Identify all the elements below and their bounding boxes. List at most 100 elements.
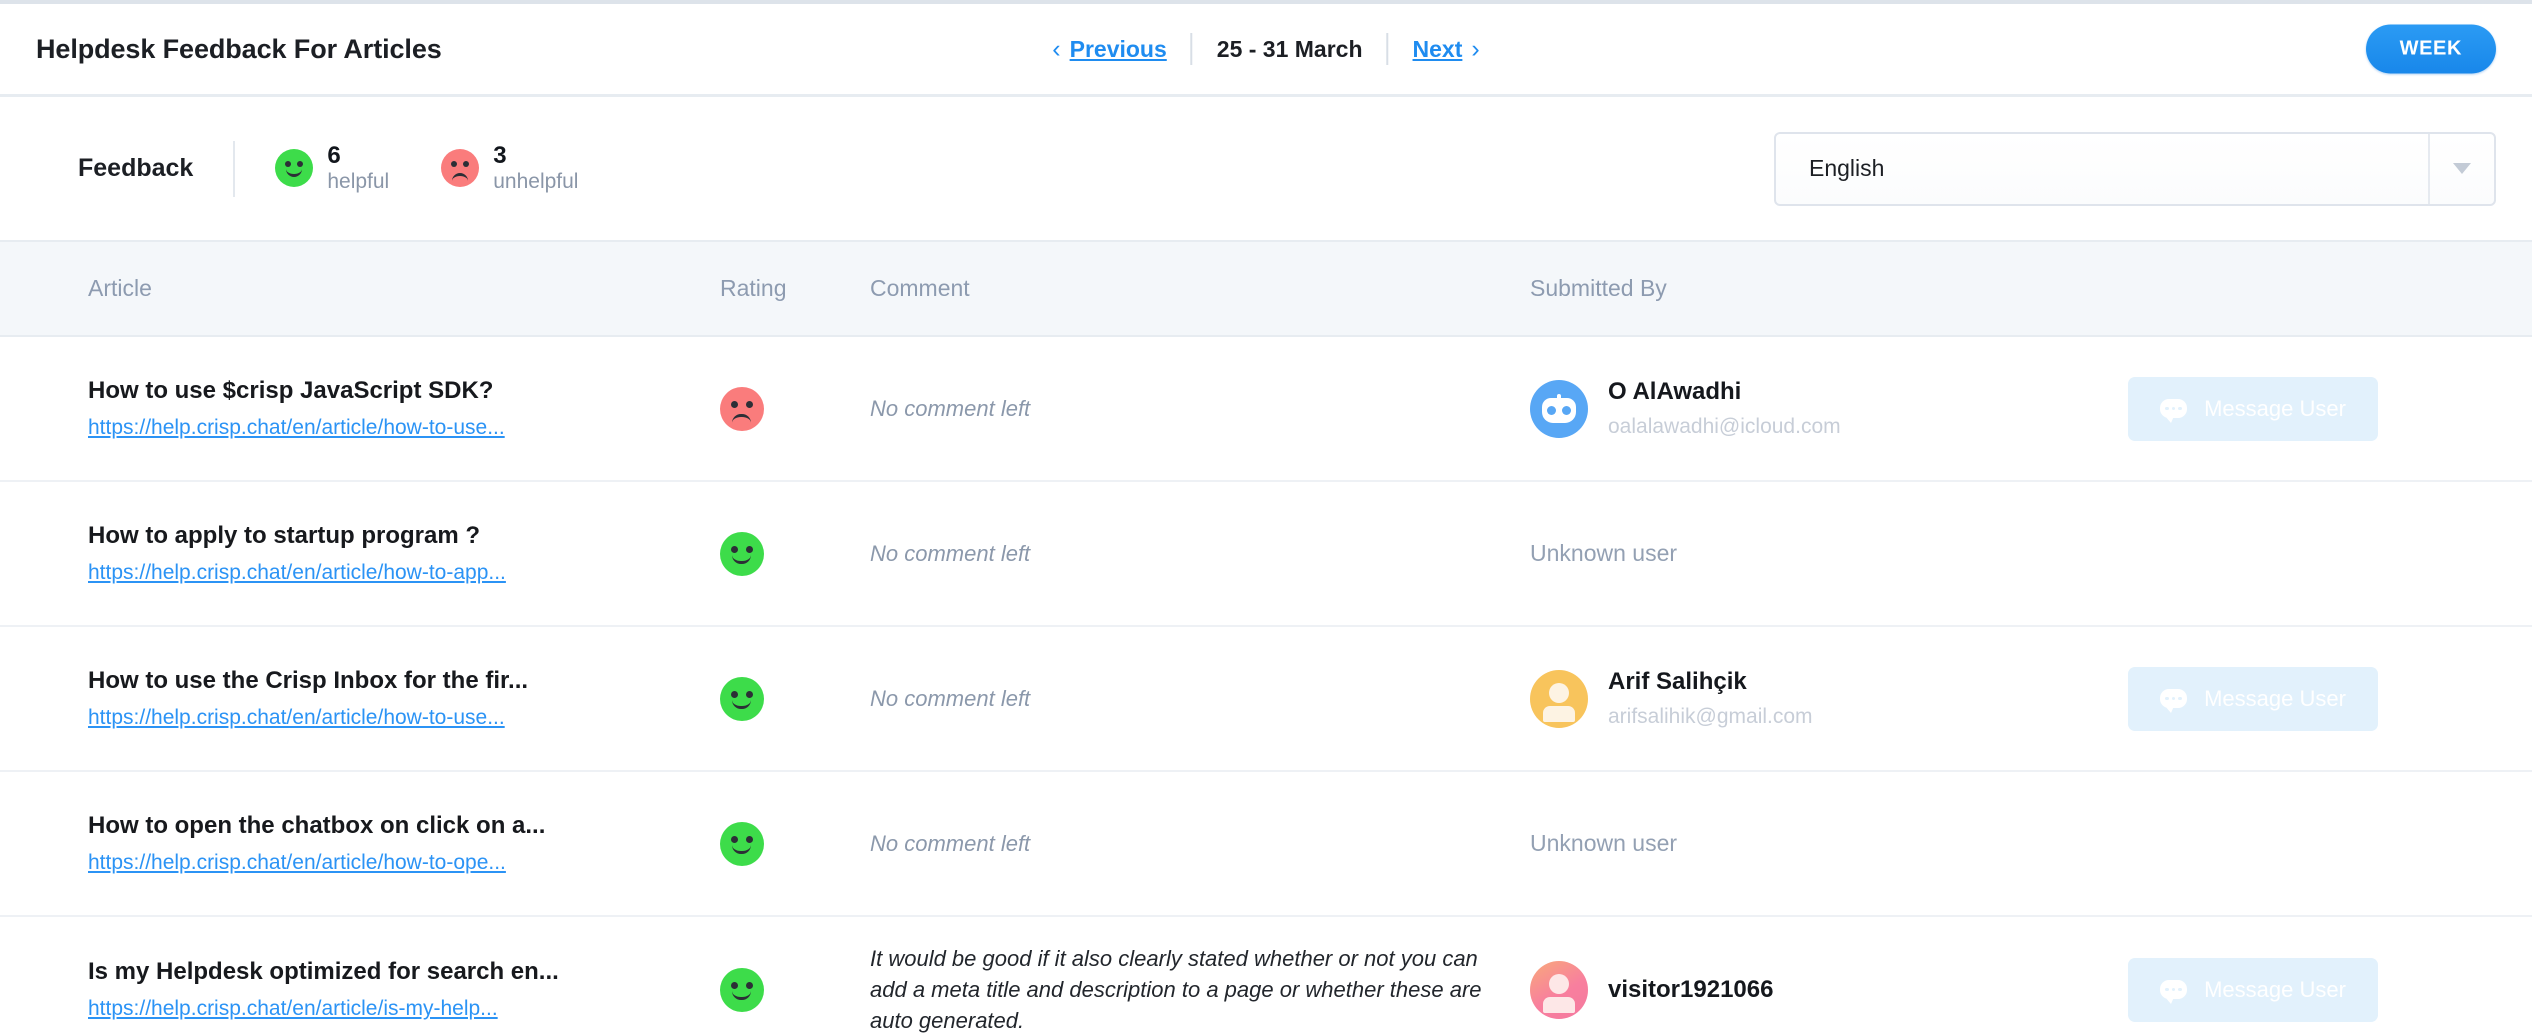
- article-title: How to apply to startup program ?: [88, 522, 480, 550]
- feedback-table-body: How to use $crisp JavaScript SDK? https:/…: [0, 337, 2532, 1034]
- unhelpful-count: 3: [493, 142, 578, 170]
- sad-face-icon: [720, 387, 764, 431]
- language-select[interactable]: English: [1774, 132, 2496, 206]
- column-header-comment: Comment: [870, 275, 1530, 302]
- language-selected-value: English: [1776, 155, 2428, 182]
- user-name: Arif Salihçik: [1608, 668, 1813, 696]
- helpful-count: 6: [327, 142, 389, 170]
- speech-bubble-icon: [2160, 399, 2187, 418]
- message-user-button[interactable]: Message User: [2128, 958, 2378, 1022]
- article-cell: How to use the Crisp Inbox for the fir..…: [0, 627, 720, 771]
- pager-divider-left: [1191, 33, 1193, 65]
- happy-face-icon: [720, 822, 764, 866]
- page-title: Helpdesk Feedback For Articles: [36, 34, 442, 65]
- language-dropdown-toggle[interactable]: [2428, 134, 2494, 204]
- action-cell: Message User: [2100, 627, 2532, 771]
- speech-bubble-icon: [2160, 689, 2187, 708]
- chevron-down-icon: [2453, 163, 2471, 174]
- article-cell: Is my Helpdesk optimized for search en..…: [0, 917, 720, 1034]
- submitted-by-cell: Arif Salihçik arifsalihik@gmail.com: [1530, 627, 2100, 771]
- summary-divider: [233, 141, 235, 197]
- table-row[interactable]: How to apply to startup program ? https:/…: [0, 482, 2532, 627]
- rating-cell: [720, 627, 870, 771]
- rating-cell: [720, 337, 870, 481]
- table-row[interactable]: How to use the Crisp Inbox for the fir..…: [0, 627, 2532, 772]
- pager-divider-right: [1387, 33, 1389, 65]
- action-cell: [2100, 482, 2532, 626]
- submitted-by-cell: O AlAwadhi oalalawadhi@icloud.com: [1530, 337, 2100, 481]
- article-cell: How to use $crisp JavaScript SDK? https:/…: [0, 337, 720, 481]
- action-cell: [2100, 772, 2532, 916]
- user-email: arifsalihik@gmail.com: [1608, 705, 1813, 729]
- date-range-label: 25 - 31 March: [1217, 36, 1363, 63]
- rating-cell: [720, 482, 870, 626]
- message-user-label: Message User: [2204, 686, 2346, 712]
- article-url-link[interactable]: https://help.crisp.chat/en/article/how-t…: [88, 706, 505, 730]
- date-pager: ‹ Previous 25 - 31 March Next ›: [1052, 33, 1479, 65]
- message-user-button[interactable]: Message User: [2128, 667, 2378, 731]
- previous-button[interactable]: ‹ Previous: [1052, 36, 1166, 63]
- unhelpful-label: unhelpful: [493, 170, 578, 195]
- helpful-label: helpful: [327, 170, 389, 195]
- happy-face-icon: [720, 968, 764, 1012]
- sad-face-icon: [441, 149, 479, 187]
- submitted-by-cell: Unknown user: [1530, 482, 2100, 626]
- message-user-label: Message User: [2204, 977, 2346, 1003]
- title-bar: Helpdesk Feedback For Articles ‹ Previou…: [0, 4, 2532, 97]
- happy-face-icon: [275, 149, 313, 187]
- article-title: How to use $crisp JavaScript SDK?: [88, 377, 493, 405]
- article-url-link[interactable]: https://help.crisp.chat/en/article/how-t…: [88, 851, 506, 875]
- happy-face-icon: [720, 677, 764, 721]
- article-url-link[interactable]: https://help.crisp.chat/en/article/how-t…: [88, 416, 505, 440]
- comment-text: It would be good if it also clearly stat…: [870, 943, 1510, 1034]
- comment-cell: No comment left: [870, 337, 1530, 481]
- period-week-button[interactable]: WEEK: [2366, 25, 2496, 74]
- person-icon: [1549, 974, 1569, 994]
- message-user-button[interactable]: Message User: [2128, 377, 2378, 441]
- chevron-right-icon: ›: [1471, 37, 1479, 62]
- comment-cell: No comment left: [870, 627, 1530, 771]
- column-header-article: Article: [0, 275, 720, 302]
- unknown-user-label: Unknown user: [1530, 830, 1677, 857]
- next-label: Next: [1413, 36, 1463, 63]
- avatar: [1530, 961, 1588, 1019]
- robot-avatar-icon: [1542, 394, 1576, 423]
- rating-cell: [720, 917, 870, 1034]
- feedback-summary-bar: Feedback 6 helpful 3 unhelpful English: [0, 97, 2532, 240]
- article-title: How to open the chatbox on click on a...: [88, 812, 545, 840]
- helpful-stat: 6 helpful: [275, 142, 389, 195]
- comment-cell: It would be good if it also clearly stat…: [870, 917, 1530, 1034]
- comment-text: No comment left: [870, 543, 1030, 565]
- comment-text: No comment left: [870, 688, 1030, 710]
- table-row[interactable]: Is my Helpdesk optimized for search en..…: [0, 917, 2532, 1034]
- unhelpful-stat: 3 unhelpful: [441, 142, 578, 195]
- comment-cell: No comment left: [870, 482, 1530, 626]
- user-name: O AlAwadhi: [1608, 378, 1841, 406]
- submitted-by-cell: visitor1921066: [1530, 917, 2100, 1034]
- user-email: oalalawadhi@icloud.com: [1608, 415, 1841, 439]
- article-title: Is my Helpdesk optimized for search en..…: [88, 958, 559, 986]
- unknown-user-label: Unknown user: [1530, 540, 1677, 567]
- action-cell: Message User: [2100, 337, 2532, 481]
- article-url-link[interactable]: https://help.crisp.chat/en/article/is-my…: [88, 997, 498, 1021]
- table-row[interactable]: How to open the chatbox on click on a...…: [0, 772, 2532, 917]
- article-title: How to use the Crisp Inbox for the fir..…: [88, 667, 528, 695]
- avatar: [1530, 380, 1588, 438]
- article-cell: How to apply to startup program ? https:/…: [0, 482, 720, 626]
- article-url-link[interactable]: https://help.crisp.chat/en/article/how-t…: [88, 561, 506, 585]
- next-button[interactable]: Next ›: [1413, 36, 1480, 63]
- submitted-by-cell: Unknown user: [1530, 772, 2100, 916]
- feedback-summary-label: Feedback: [78, 154, 193, 183]
- chevron-left-icon: ‹: [1052, 37, 1060, 62]
- column-header-rating: Rating: [720, 275, 870, 302]
- speech-bubble-icon: [2160, 980, 2187, 999]
- comment-text: No comment left: [870, 833, 1030, 855]
- rating-cell: [720, 772, 870, 916]
- comment-cell: No comment left: [870, 772, 1530, 916]
- table-row[interactable]: How to use $crisp JavaScript SDK? https:/…: [0, 337, 2532, 482]
- previous-label: Previous: [1070, 36, 1167, 63]
- article-cell: How to open the chatbox on click on a...…: [0, 772, 720, 916]
- happy-face-icon: [720, 532, 764, 576]
- table-header-row: Article Rating Comment Submitted By: [0, 240, 2532, 337]
- message-user-label: Message User: [2204, 396, 2346, 422]
